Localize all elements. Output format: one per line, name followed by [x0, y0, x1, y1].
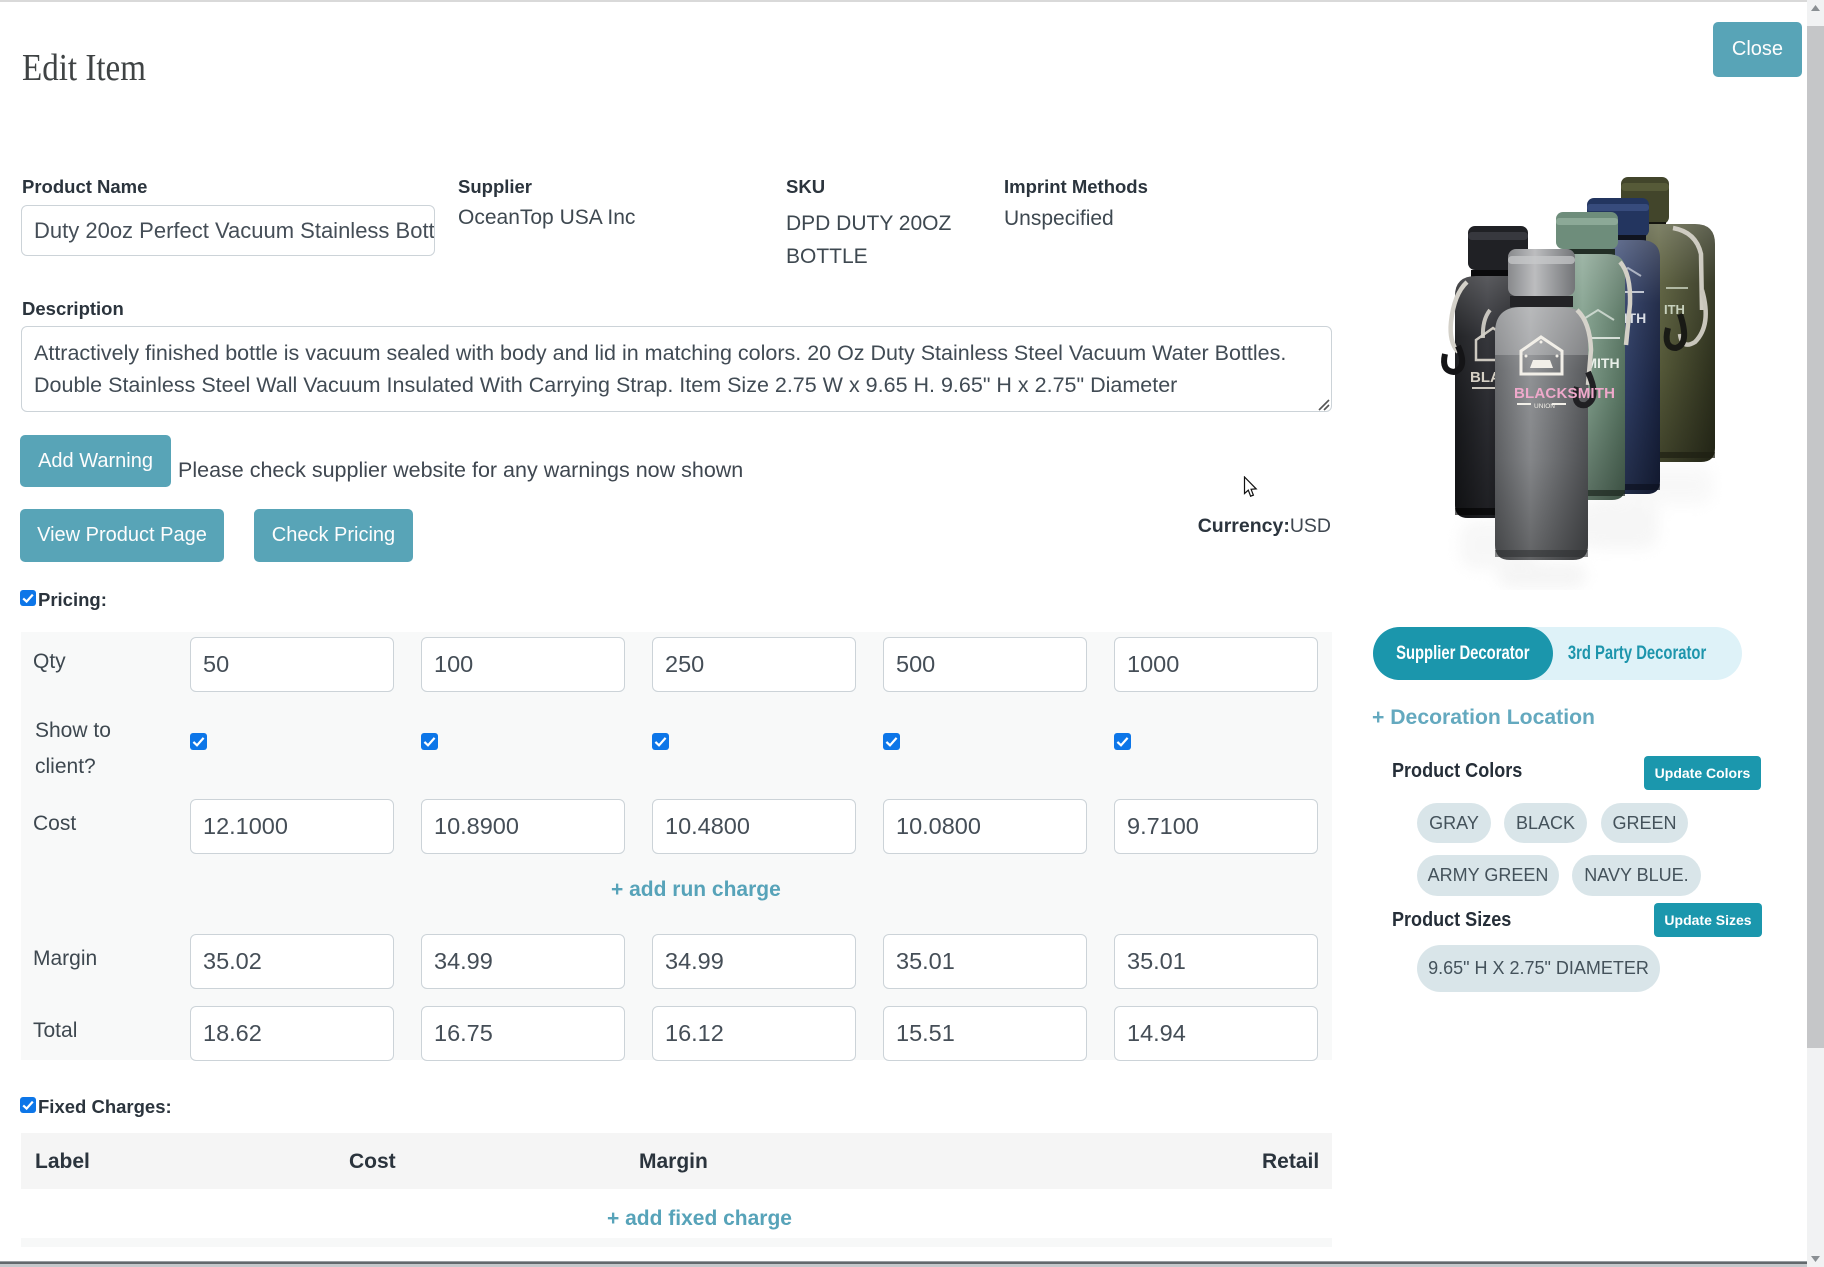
svg-text:BLACKSMITH: BLACKSMITH [1514, 385, 1615, 402]
svg-text:UNION: UNION [1534, 403, 1555, 410]
svg-text:ITH: ITH [1664, 302, 1685, 317]
